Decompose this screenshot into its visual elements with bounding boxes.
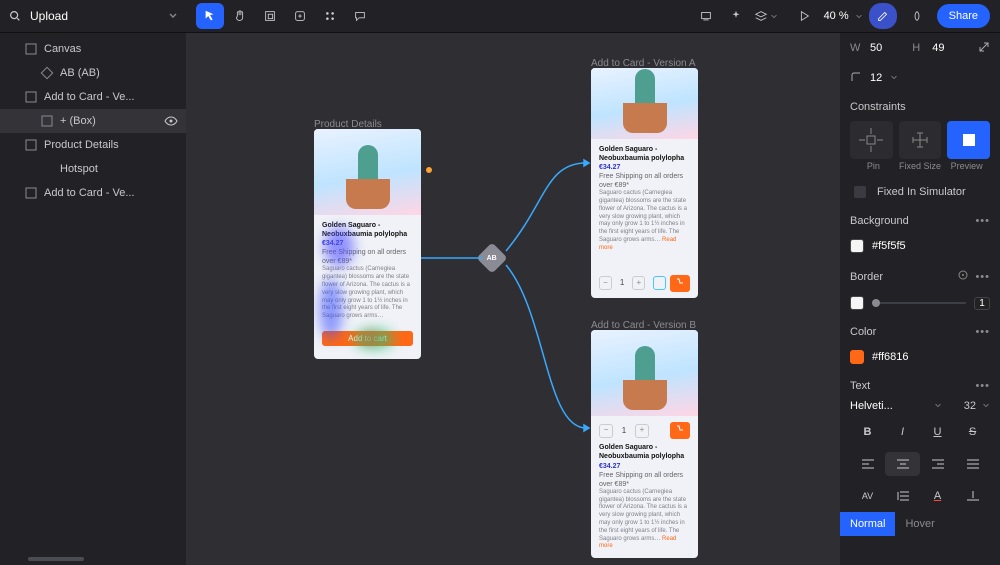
border-slider[interactable] xyxy=(872,302,966,304)
constraint-fixed[interactable] xyxy=(899,121,942,159)
constraint-preview[interactable] xyxy=(947,121,990,159)
component-tool[interactable] xyxy=(316,3,344,29)
width-value[interactable]: 50 xyxy=(870,42,882,54)
letter-spacing-button[interactable]: AV xyxy=(850,484,885,508)
canvas[interactable]: Product Details Golden Saguaro - Neobuxb… xyxy=(186,33,840,565)
align-justify-button[interactable] xyxy=(955,452,990,476)
play-button[interactable] xyxy=(790,3,818,29)
visibility-icon[interactable] xyxy=(164,114,178,128)
chevron-down-icon[interactable] xyxy=(982,400,990,412)
device-tool[interactable] xyxy=(692,3,720,29)
topbar: Upload 40 % Share xyxy=(0,0,1000,33)
radius-value[interactable]: 12 xyxy=(870,72,882,84)
tree-item[interactable]: Add to Card - Ve... xyxy=(0,181,186,205)
zoom-level[interactable]: 40 % xyxy=(824,10,863,22)
line-height-button[interactable] xyxy=(885,484,920,508)
color-swatch[interactable] xyxy=(850,350,864,364)
align-center-button[interactable] xyxy=(885,452,920,476)
section-background: Background••• xyxy=(840,207,1000,231)
share-button[interactable]: Share xyxy=(937,4,990,28)
align-left-button[interactable] xyxy=(850,452,885,476)
section-border: Border••• xyxy=(840,261,1000,288)
bg-swatch[interactable] xyxy=(850,239,864,253)
search-icon[interactable] xyxy=(8,9,22,23)
tree-item[interactable]: Hotspot xyxy=(0,157,186,181)
bold-button[interactable]: B xyxy=(850,420,885,444)
fixed-simulator-label: Fixed In Simulator xyxy=(877,186,966,198)
radius-icon xyxy=(850,71,862,86)
italic-button[interactable]: I xyxy=(885,420,920,444)
scrollbar-thumb[interactable] xyxy=(28,557,84,561)
pin-label: Pin xyxy=(850,161,897,171)
frame-tool[interactable] xyxy=(256,3,284,29)
border-swatch[interactable] xyxy=(850,296,864,310)
chevron-down-icon[interactable] xyxy=(934,400,942,412)
font-size[interactable]: 32 xyxy=(964,400,976,412)
tree-item[interactable]: Canvas xyxy=(0,37,186,61)
text-transform-button[interactable] xyxy=(955,484,990,508)
align-right-button[interactable] xyxy=(920,452,955,476)
constraint-pin[interactable] xyxy=(850,121,893,159)
layer-tree: Canvas AB (AB) Add to Card - Ve... + (Bo… xyxy=(0,33,186,205)
border-width[interactable]: 1 xyxy=(974,297,990,310)
chevron-down-icon[interactable] xyxy=(890,72,898,84)
more-icon[interactable]: ••• xyxy=(975,271,990,283)
more-icon[interactable]: ••• xyxy=(975,215,990,227)
tree-item[interactable]: Add to Card - Ve... xyxy=(0,85,186,109)
state-tab-normal[interactable]: Normal xyxy=(840,512,895,536)
color-value[interactable]: #ff6816 xyxy=(872,351,909,363)
layer-panel: Canvas AB (AB) Add to Card - Ve... + (Bo… xyxy=(0,33,186,565)
font-family[interactable]: Helveti... xyxy=(850,400,928,412)
text-color-button[interactable]: A xyxy=(920,484,955,508)
page-selector[interactable]: Upload xyxy=(30,9,68,23)
fixed-simulator-checkbox[interactable] xyxy=(854,186,866,198)
chevron-down-icon[interactable] xyxy=(168,10,178,23)
tree-item[interactable]: AB (AB) xyxy=(0,61,186,85)
cursor-tool[interactable] xyxy=(196,3,224,29)
height-value[interactable]: 49 xyxy=(932,42,944,54)
section-constraints: Constraints xyxy=(840,93,1000,117)
insert-tool[interactable] xyxy=(286,3,314,29)
fixed-label: Fixed Size xyxy=(897,161,944,171)
section-text: Text••• xyxy=(840,372,1000,396)
inspector-panel: W 50 H 49 12 Constraints Pin Fix xyxy=(840,33,1000,565)
edit-mode[interactable] xyxy=(869,3,897,29)
height-label: H xyxy=(912,42,924,54)
section-color: Color••• xyxy=(840,318,1000,342)
ai-tool[interactable] xyxy=(722,3,750,29)
tree-item-selected[interactable]: + (Box) xyxy=(0,109,186,133)
handoff-mode[interactable] xyxy=(903,3,931,29)
hand-tool[interactable] xyxy=(226,3,254,29)
preview-label: Preview xyxy=(943,161,990,171)
width-label: W xyxy=(850,42,862,54)
expand-icon[interactable] xyxy=(978,41,990,56)
comment-tool[interactable] xyxy=(346,3,374,29)
more-icon[interactable]: ••• xyxy=(975,380,990,392)
layers-tool[interactable] xyxy=(752,3,780,29)
more-icon[interactable]: ••• xyxy=(975,326,990,338)
underline-button[interactable]: U xyxy=(920,420,955,444)
border-settings-icon[interactable] xyxy=(957,269,969,284)
state-tab-hover[interactable]: Hover xyxy=(895,512,944,536)
bg-value[interactable]: #f5f5f5 xyxy=(872,240,906,252)
strike-button[interactable]: S xyxy=(955,420,990,444)
tree-item[interactable]: Product Details xyxy=(0,133,186,157)
